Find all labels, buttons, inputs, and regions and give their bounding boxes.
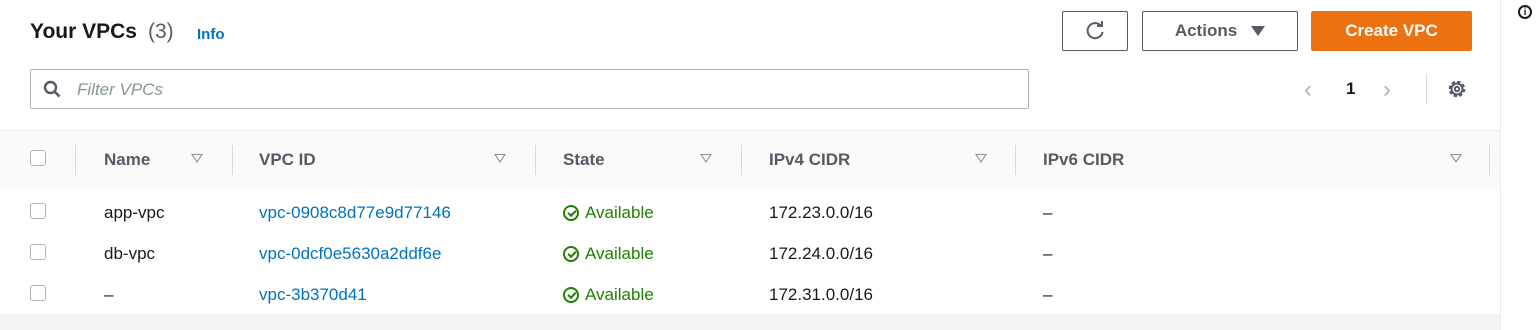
table-row[interactable]: db-vpc vpc-0dcf0e5630a2ddf6e Available 1… bbox=[0, 232, 1500, 274]
page-number[interactable]: 1 bbox=[1346, 79, 1355, 99]
info-link[interactable]: Info bbox=[197, 26, 225, 43]
vpc-id-link[interactable]: vpc-3b370d41 bbox=[259, 285, 367, 305]
ipv6-cidr: – bbox=[1043, 244, 1053, 263]
vpc-count: (3) bbox=[148, 20, 174, 43]
state-text: Available bbox=[585, 285, 654, 304]
vpc-id-link[interactable]: vpc-0dcf0e5630a2ddf6e bbox=[259, 244, 441, 264]
column-divider bbox=[535, 145, 536, 175]
column-header-ipv6[interactable]: IPv6 CIDR bbox=[1043, 150, 1124, 170]
column-header-ipv4[interactable]: IPv4 CIDR bbox=[769, 150, 850, 170]
filter-search[interactable] bbox=[30, 69, 1029, 109]
help-panel-strip bbox=[1500, 0, 1536, 330]
row-checkbox[interactable] bbox=[30, 285, 46, 301]
check-circle-icon bbox=[563, 287, 579, 303]
page-title: Your VPCs bbox=[30, 20, 137, 43]
table-row[interactable]: app-vpc vpc-0908c8d77e9d77146 Available … bbox=[0, 191, 1500, 233]
state-text: Available bbox=[585, 203, 654, 222]
vpc-id-link[interactable]: vpc-0908c8d77e9d77146 bbox=[259, 203, 451, 223]
ipv6-cidr: – bbox=[1043, 285, 1053, 304]
actions-label: Actions bbox=[1174, 21, 1238, 40]
create-vpc-label: Create VPC bbox=[1345, 21, 1438, 40]
column-header-vpc-id[interactable]: VPC ID bbox=[259, 150, 316, 170]
column-divider bbox=[741, 145, 742, 175]
status-badge: Available bbox=[563, 244, 654, 264]
vpc-name: – bbox=[104, 285, 114, 304]
table-footer bbox=[0, 314, 1500, 330]
column-header-state[interactable]: State bbox=[563, 150, 605, 170]
column-divider bbox=[75, 145, 76, 175]
search-icon bbox=[43, 80, 61, 98]
filter-input[interactable] bbox=[75, 79, 979, 101]
sort-icon[interactable] bbox=[191, 154, 203, 163]
vpc-panel: Your VPCs (3) Info Actions Create VPC ‹ … bbox=[0, 0, 1500, 330]
column-divider bbox=[1489, 145, 1490, 175]
ipv6-cidr: – bbox=[1043, 203, 1053, 222]
caret-down-icon bbox=[1251, 26, 1266, 36]
pager-divider bbox=[1426, 74, 1427, 104]
column-divider bbox=[232, 145, 233, 175]
ipv4-cidr: 172.31.0.0/16 bbox=[769, 285, 873, 304]
refresh-button[interactable] bbox=[1062, 11, 1128, 51]
table-row[interactable]: – vpc-3b370d41 Available 172.31.0.0/16 – bbox=[0, 273, 1500, 315]
sort-icon[interactable] bbox=[975, 154, 987, 163]
table-header bbox=[0, 130, 1500, 192]
ipv4-cidr: 172.24.0.0/16 bbox=[769, 244, 873, 263]
info-icon[interactable]: i bbox=[1518, 5, 1532, 19]
status-badge: Available bbox=[563, 285, 654, 305]
column-divider bbox=[1015, 145, 1016, 175]
vpc-name: app-vpc bbox=[104, 203, 165, 222]
check-circle-icon bbox=[563, 205, 579, 221]
create-vpc-button[interactable]: Create VPC bbox=[1311, 11, 1472, 51]
gear-icon[interactable] bbox=[1446, 78, 1468, 100]
status-badge: Available bbox=[563, 203, 654, 223]
select-all-checkbox[interactable] bbox=[30, 150, 46, 166]
column-header-name[interactable]: Name bbox=[104, 150, 150, 170]
check-circle-icon bbox=[563, 246, 579, 262]
sort-icon[interactable] bbox=[494, 154, 506, 163]
state-text: Available bbox=[585, 244, 654, 263]
previous-page-button[interactable]: ‹ bbox=[1304, 76, 1312, 104]
row-checkbox[interactable] bbox=[30, 244, 46, 260]
row-checkbox[interactable] bbox=[30, 203, 46, 219]
vpc-name: db-vpc bbox=[104, 244, 156, 263]
next-page-button[interactable]: › bbox=[1383, 76, 1391, 104]
ipv4-cidr: 172.23.0.0/16 bbox=[769, 203, 873, 222]
sort-icon[interactable] bbox=[700, 154, 712, 163]
refresh-icon bbox=[1086, 21, 1104, 40]
sort-icon[interactable] bbox=[1450, 154, 1462, 163]
actions-button[interactable]: Actions bbox=[1142, 11, 1298, 51]
